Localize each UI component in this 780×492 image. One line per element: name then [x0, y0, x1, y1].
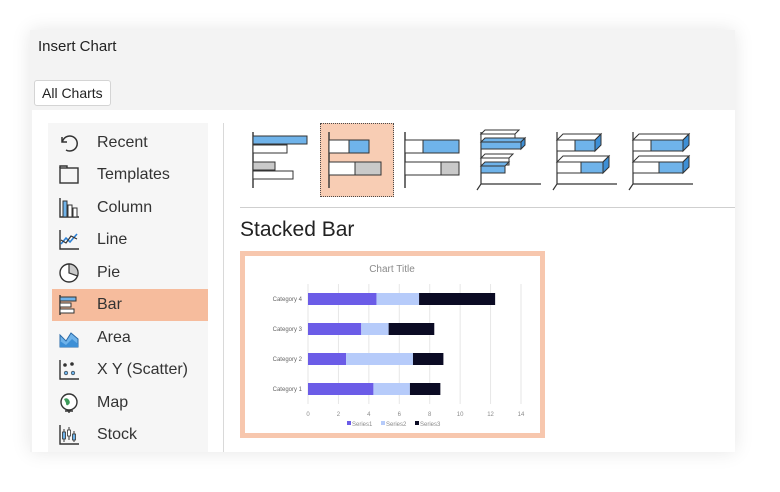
bar-segment: [308, 323, 362, 335]
sidebar-item-templates[interactable]: Templates: [52, 159, 208, 191]
sidebar-item-label: Column: [97, 199, 153, 216]
chart-subtype-gallery: [244, 123, 694, 201]
x-tick-label: 6: [398, 412, 402, 418]
gallery-item-100-stacked-bar[interactable]: [396, 123, 470, 197]
x-tick-label: 12: [487, 412, 494, 418]
bar-segment: [409, 383, 441, 395]
gallery-divider: [240, 207, 735, 208]
area-chart-icon: [58, 327, 80, 349]
legend-swatch: [381, 421, 385, 425]
category-label: Category 1: [273, 387, 303, 393]
sidebar-item-line[interactable]: Line: [52, 224, 208, 256]
gallery-item-clustered-bar[interactable]: [244, 123, 318, 197]
column-chart-icon: [58, 197, 80, 219]
x-tick-label: 2: [337, 412, 341, 418]
legend-label: Series1: [352, 422, 373, 428]
scatter-chart-icon: [58, 359, 80, 381]
bar-segment: [376, 293, 420, 305]
sidebar-item-scatter[interactable]: X Y (Scatter): [52, 354, 208, 386]
chart-preview-canvas: Chart Title 0 2 4 6 8 10 12 14 Category 1 Category…: [245, 256, 540, 433]
pie-chart-icon: [58, 262, 80, 284]
templates-icon: [58, 164, 80, 186]
sidebar-item-label: Pie: [97, 264, 121, 281]
sidebar-item-label: Templates: [97, 166, 170, 183]
dialog-title: Insert Chart: [38, 38, 117, 55]
sidebar-item-label: Bar: [97, 296, 122, 313]
sidebar-item-label: Line: [97, 231, 128, 248]
gallery-item-stacked-bar[interactable]: [320, 123, 394, 197]
bar-chart-icon: [58, 294, 80, 316]
bar-segment: [308, 293, 377, 305]
sidebar-item-map[interactable]: Map: [52, 387, 208, 419]
bar-segment: [373, 383, 410, 395]
insert-chart-dialog: Insert Chart All Charts Recent Templates: [30, 30, 735, 452]
legend-label: Series3: [420, 422, 441, 428]
sidebar-item-label: Map: [97, 394, 129, 411]
100-stacked-bar-icon: [404, 132, 460, 188]
sidebar-item-recent[interactable]: Recent: [52, 127, 208, 159]
bar-segment: [419, 293, 496, 305]
sidebar-item-area[interactable]: Area: [52, 322, 208, 354]
3d-stacked-bar-icon: [552, 132, 617, 191]
bar-segment: [308, 383, 374, 395]
x-tick-label: 10: [457, 412, 464, 418]
x-tick-label: 8: [428, 412, 432, 418]
chart-subtype-title: Stacked Bar: [240, 218, 355, 241]
category-label: Category 4: [273, 297, 303, 303]
chart-title: Chart Title: [369, 264, 415, 275]
stock-chart-icon: [58, 424, 80, 446]
line-chart-icon: [58, 229, 80, 251]
legend-swatch: [347, 421, 351, 425]
recent-icon: [58, 132, 80, 154]
gallery-item-3d-clustered-bar[interactable]: [472, 123, 546, 197]
sidebar-divider: [223, 123, 224, 452]
3d-100-stacked-bar-icon: [628, 132, 693, 191]
bar-segment: [361, 323, 389, 335]
sidebar-item-pie[interactable]: Pie: [52, 257, 208, 289]
sidebar-item-column[interactable]: Column: [52, 192, 208, 224]
bar-segment: [412, 353, 444, 365]
x-tick-label: 14: [518, 412, 525, 418]
gallery-item-3d-100-stacked-bar[interactable]: [624, 123, 698, 197]
legend-swatch: [415, 421, 419, 425]
bar-segment: [308, 353, 347, 365]
sidebar-item-bar[interactable]: Bar: [52, 289, 208, 321]
bar-segment: [388, 323, 435, 335]
chart-type-sidebar: Recent Templates Column Line Pie Bar Are…: [48, 123, 208, 452]
stacked-bar-icon: [328, 132, 382, 188]
sidebar-item-label: Recent: [97, 134, 148, 151]
category-label: Category 2: [273, 357, 303, 363]
map-chart-icon: [58, 392, 80, 414]
clustered-bar-icon: [252, 132, 308, 188]
category-label: Category 3: [273, 327, 303, 333]
sidebar-item-label: X Y (Scatter): [97, 361, 188, 378]
x-tick-label: 0: [306, 412, 310, 418]
tab-all-charts[interactable]: All Charts: [34, 80, 111, 106]
3d-clustered-bar-icon: [476, 129, 541, 191]
gallery-item-3d-stacked-bar[interactable]: [548, 123, 622, 197]
legend-label: Series2: [386, 422, 407, 428]
bar-segment: [346, 353, 413, 365]
x-tick-label: 4: [367, 412, 371, 418]
sidebar-item-label: Stock: [97, 426, 138, 443]
sidebar-item-stock[interactable]: Stock: [52, 419, 208, 451]
dialog-body: Recent Templates Column Line Pie Bar Are…: [32, 110, 735, 452]
stacked-bar-chart: Chart Title 0 2 4 6 8 10 12 14 Category 1 Category…: [273, 264, 525, 428]
sidebar-item-label: Area: [97, 329, 131, 346]
chart-preview[interactable]: Chart Title 0 2 4 6 8 10 12 14 Category 1 Category…: [240, 251, 545, 438]
